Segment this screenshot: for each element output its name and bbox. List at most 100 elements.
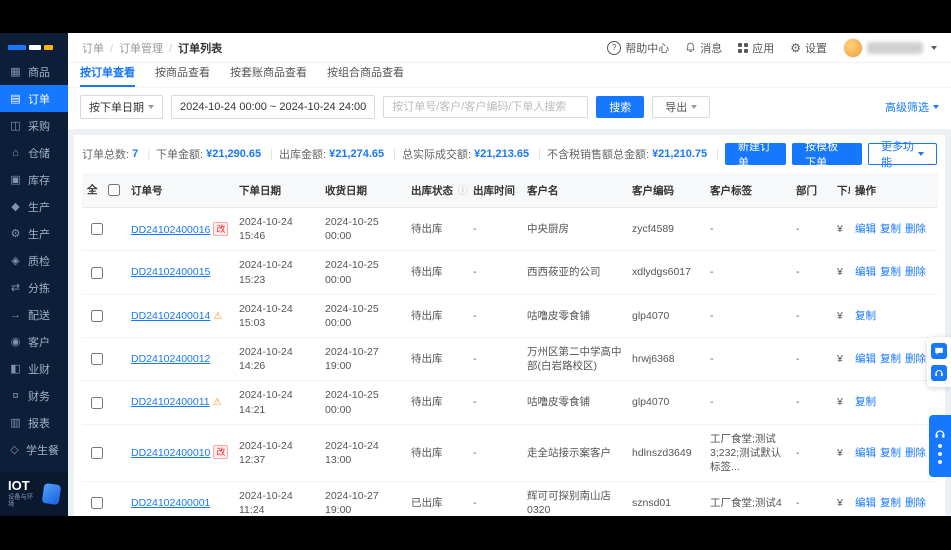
row-checkbox[interactable]	[91, 396, 103, 409]
info-icon[interactable]: ⓘ	[458, 186, 468, 197]
order-link[interactable]: DD24102400015	[131, 266, 210, 278]
sidebar-item-production[interactable]: ◆ 生产	[0, 193, 68, 220]
sidebar-item-sorting[interactable]: ⇄ 分拣	[0, 274, 68, 301]
user-menu[interactable]	[843, 37, 937, 58]
search-button[interactable]: 搜索	[596, 96, 645, 118]
row-checkbox[interactable]	[91, 446, 103, 459]
summary-value: ¥21,290.65	[206, 148, 262, 160]
row-checkbox[interactable]	[91, 497, 103, 510]
summary-actual-total: 总实际成交额: ¥21,213.65	[402, 146, 541, 162]
edit-link[interactable]: 编辑	[855, 447, 876, 459]
advanced-filter-link[interactable]: 高级筛选	[885, 99, 939, 115]
help-center-button[interactable]: ? 帮助中心	[607, 40, 669, 56]
order-link[interactable]: DD24102400001	[131, 497, 210, 509]
tags-cell: -	[705, 207, 791, 252]
amount-clipped-cell: ¥	[837, 294, 850, 339]
floating-help-button[interactable]	[931, 365, 947, 381]
table-row[interactable]: DD24102400012 2024-10-24 14:26 2024-10-2…	[82, 337, 938, 382]
delete-link[interactable]: 删除	[905, 497, 926, 509]
table-header-row: 全 订单号 下单日期 收货日期 出库状态 ⓘ 出库时间 客户名 客户编码 客户标…	[82, 173, 938, 208]
settings-button[interactable]: ⚙ 设置	[790, 40, 827, 56]
new-order-button[interactable]: 新建订单	[724, 141, 787, 169]
sidebar-item-products[interactable]: ▦ 商品	[0, 58, 68, 85]
delivery-date-cell: 2024-10-25 00:00	[320, 250, 406, 295]
table-row[interactable]: DD24102400010 改 2024-10-24 12:37 2024-10-…	[82, 424, 938, 483]
more-actions-button[interactable]: 更多功能	[867, 141, 937, 169]
amount-clipped-cell: ¥	[837, 207, 850, 252]
order-link[interactable]: DD24102400011	[131, 396, 210, 408]
tab-by-order[interactable]: 按订单查看	[80, 64, 135, 87]
summary-outbound-amount: 出库金额: ¥21,274.65	[279, 146, 396, 162]
copy-link[interactable]: 复制	[880, 223, 901, 235]
sidebar-item-biz-finance[interactable]: ◧ 业财	[0, 355, 68, 382]
floating-chat-button[interactable]	[931, 343, 947, 359]
sidebar-item-purchasing[interactable]: ◫ 采购	[0, 112, 68, 139]
order-link[interactable]: DD24102400010	[131, 447, 210, 459]
export-button[interactable]: 导出	[652, 96, 711, 118]
copy-link[interactable]: 复制	[880, 447, 901, 459]
messages-button[interactable]: 消息	[685, 40, 722, 56]
tab-by-product[interactable]: 按商品查看	[155, 64, 210, 87]
table-row[interactable]: DD24102400001 2024-10-24 11:24 2024-10-2…	[82, 481, 938, 516]
edit-link[interactable]: 编辑	[855, 266, 876, 278]
tags-cell: -	[705, 294, 791, 339]
copy-link[interactable]: 复制	[880, 497, 901, 509]
sidebar-item-finance[interactable]: ¤ 财务	[0, 382, 68, 409]
screen: ▦ 商品 ▤ 订单 ◫ 采购 ⌂ 仓储 ▣ 库存 ◆ 生产 ⚙ 生产 ◈ 质检 ⇄ 分拣 → 配送 …	[0, 0, 951, 550]
template-order-button[interactable]: 按模板下单	[792, 141, 862, 169]
row-checkbox[interactable]	[91, 309, 103, 322]
select-all-checkbox[interactable]	[108, 184, 121, 196]
edit-link[interactable]: 编辑	[855, 353, 876, 365]
date-range-picker[interactable]: 2024-10-24 00:00 ~ 2024-10-24 24:00	[171, 95, 376, 119]
sidebar-item-customers[interactable]: ◉ 客户	[0, 328, 68, 355]
order-link[interactable]: DD24102400012	[131, 353, 210, 365]
table-row[interactable]: DD24102400015 2024-10-24 15:23 2024-10-2…	[82, 250, 938, 295]
apps-button[interactable]: 应用	[738, 40, 774, 56]
sidebar-item-reports[interactable]: ▥ 报表	[0, 409, 68, 436]
order-link[interactable]: DD24102400016	[131, 224, 210, 236]
sidebar-item-delivery[interactable]: → 配送	[0, 301, 68, 328]
service-icon	[935, 430, 945, 438]
search-input[interactable]	[383, 96, 589, 118]
sidebar-item-qc[interactable]: ◈ 质检	[0, 247, 68, 274]
tab-by-account-product[interactable]: 按套账商品查看	[230, 64, 307, 87]
sidebar-item-orders[interactable]: ▤ 订单	[0, 85, 68, 112]
copy-link[interactable]: 复制	[855, 310, 876, 322]
date-range-value: 2024-10-24 00:00 ~ 2024-10-24 24:00	[180, 101, 367, 113]
sidebar-item-label: 仓储	[28, 147, 50, 160]
tab-by-combo-product[interactable]: 按组合商品查看	[327, 64, 404, 87]
breadcrumb-item[interactable]: 订单管理	[119, 40, 172, 56]
table-row[interactable]: DD24102400014 ⚠ 2024-10-24 15:03 2024-10-…	[82, 294, 938, 339]
iot-title: IOT	[8, 478, 30, 494]
customers-icon: ◉	[10, 336, 21, 348]
dept-cell: -	[791, 424, 837, 483]
copy-link[interactable]: 复制	[880, 266, 901, 278]
customer-code-cell: xdlydgs6017	[627, 250, 705, 295]
floating-service-widget[interactable]	[929, 415, 951, 477]
table-row[interactable]: DD24102400016 改 2024-10-24 15:46 2024-10-…	[82, 207, 938, 252]
sidebar-item-inventory[interactable]: ▣ 库存	[0, 166, 68, 193]
delete-link[interactable]: 删除	[905, 266, 926, 278]
table-row[interactable]: DD24102400011 ⚠ 2024-10-24 14:21 2024-10-…	[82, 380, 938, 425]
breadcrumb-item[interactable]: 订单	[82, 40, 113, 56]
copy-link[interactable]: 复制	[855, 396, 876, 408]
sidebar-item-production-2[interactable]: ⚙ 生产	[0, 220, 68, 247]
ops-cell: 复制	[850, 380, 938, 425]
delete-link[interactable]: 删除	[905, 447, 926, 459]
date-type-select[interactable]: 按下单日期	[80, 95, 163, 119]
order-link[interactable]: DD24102400014	[131, 310, 210, 322]
summary-value: ¥21,274.65	[329, 148, 385, 160]
sidebar-item-warehouse[interactable]: ⌂ 仓储	[0, 139, 68, 166]
delete-link[interactable]: 删除	[905, 223, 926, 235]
order-date-cell: 2024-10-24 11:24	[234, 481, 320, 516]
sidebar-item-student-meals[interactable]: ◇ 学生餐	[0, 436, 68, 463]
copy-link[interactable]: 复制	[880, 353, 901, 365]
row-checkbox[interactable]	[91, 223, 103, 236]
student-meals-icon: ◇	[10, 444, 19, 456]
edit-link[interactable]: 编辑	[855, 223, 876, 235]
modified-badge: 改	[213, 221, 229, 236]
delete-link[interactable]: 删除	[905, 353, 926, 365]
edit-link[interactable]: 编辑	[855, 497, 876, 509]
row-checkbox[interactable]	[91, 266, 103, 279]
row-checkbox[interactable]	[91, 353, 103, 366]
